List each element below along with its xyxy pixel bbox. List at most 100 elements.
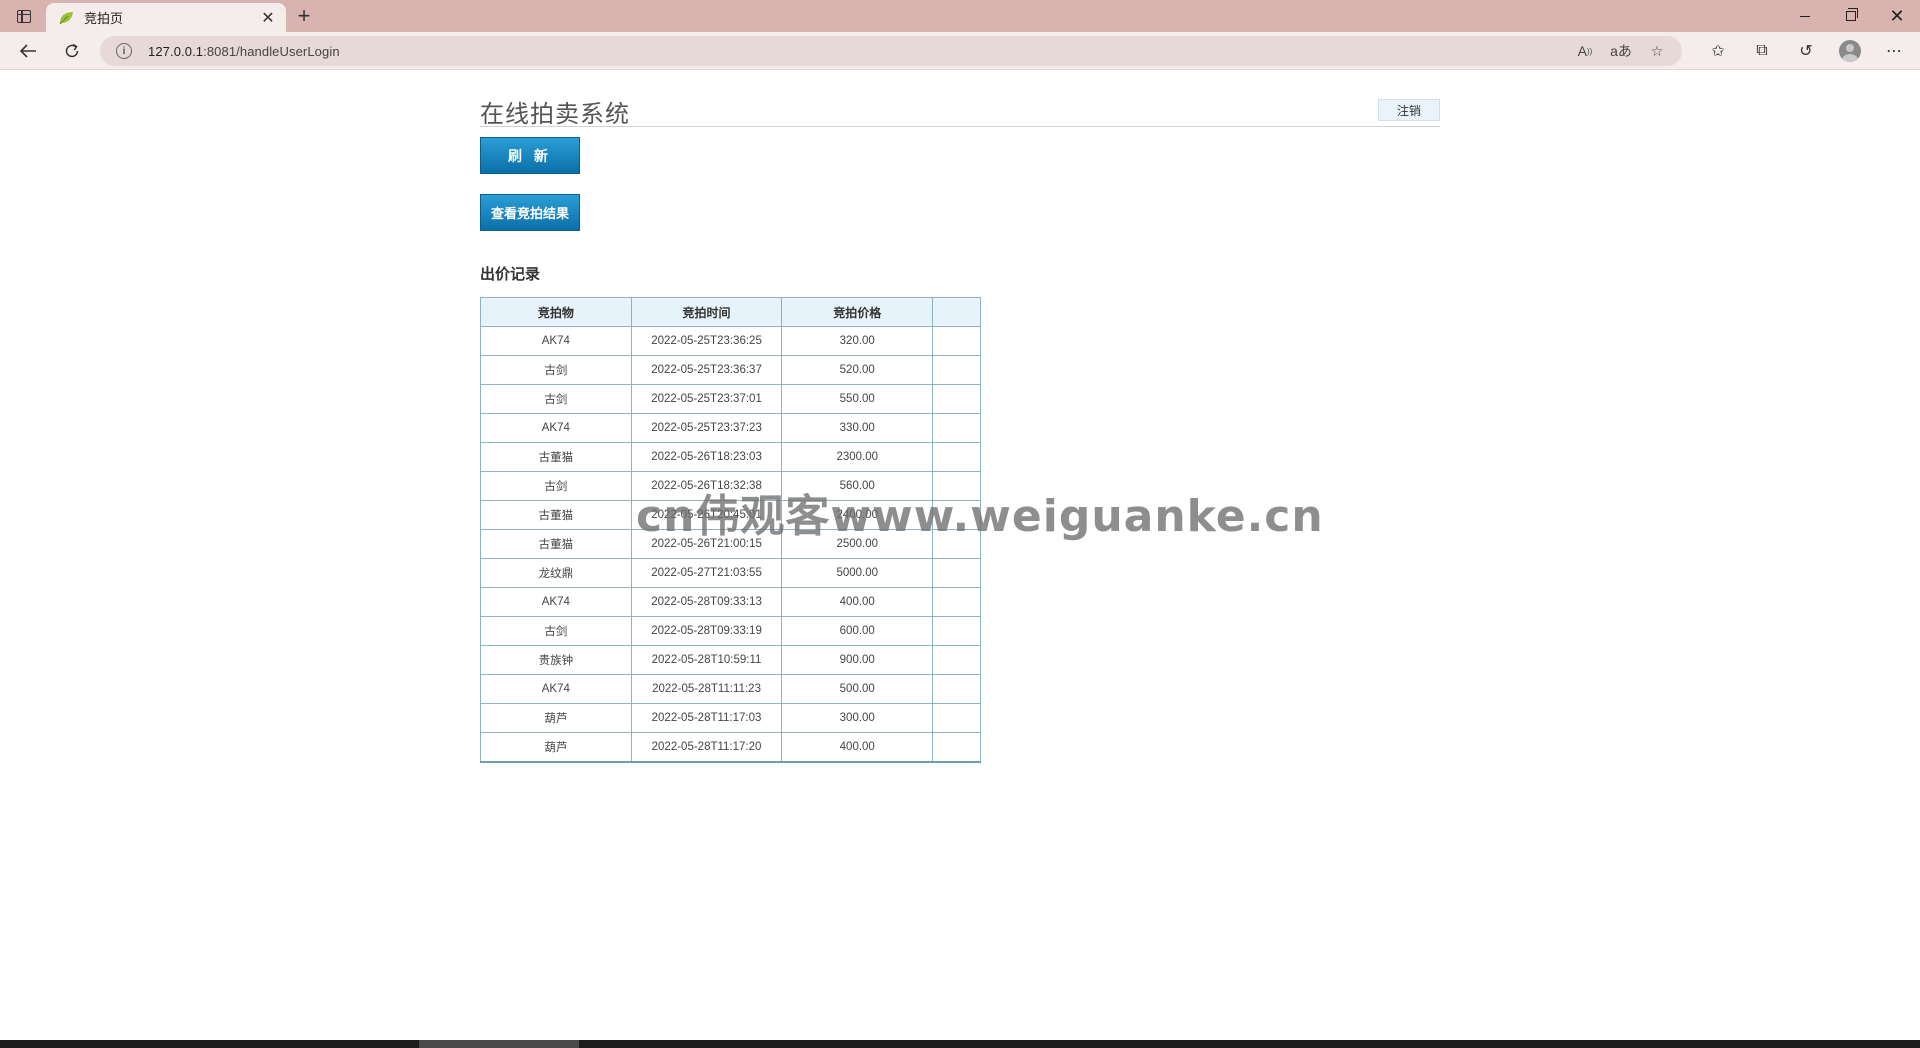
cell-price: 520.00 [781,355,934,385]
cell-time: 2022-05-25T23:36:25 [630,326,783,356]
cell-price: 5000.00 [781,558,934,588]
table-row: 葫芦 2022-05-28T11:17:20 400.00 [480,732,981,762]
collections-icon[interactable]: ⧉ [1748,37,1776,65]
tab-actions-icon [17,9,31,23]
table-row: 贵族钟 2022-05-28T10:59:11 900.00 [480,645,981,675]
cell-item: AK74 [480,326,632,356]
cell-item: 古剑 [480,471,632,501]
cell-extra [932,413,981,443]
cell-item: 古剑 [480,616,632,646]
address-bar[interactable]: i 127.0.0.1:8081/handleUserLogin A)) aあ … [100,36,1682,66]
cell-time: 2022-05-28T09:33:19 [630,616,783,646]
cell-time: 2022-05-28T11:11:23 [630,674,783,704]
table-row: 古剑 2022-05-25T23:36:37 520.00 [480,355,981,385]
cell-item: 古剑 [480,355,632,385]
back-button[interactable] [14,37,42,65]
more-menu-icon[interactable]: ⋯ [1880,37,1908,65]
taskbar-active-app[interactable] [419,1040,579,1048]
cell-extra [932,587,981,617]
read-aloud-icon[interactable]: A)) [1574,40,1596,62]
page-content: 在线拍卖系统 注销 刷 新 查看竞拍结果 出价记录 竞拍物 竞拍时间 竞拍价格 … [480,70,1440,763]
cell-time: 2022-05-28T11:17:03 [630,703,783,733]
favorites-icon[interactable]: ✩ [1704,37,1732,65]
cell-item: 古董猫 [480,442,632,472]
cell-time: 2022-05-28T10:59:11 [630,645,783,675]
cell-time: 2022-05-25T23:37:01 [630,384,783,414]
minimize-icon [1800,15,1810,17]
cell-extra [932,732,981,762]
add-favorite-icon[interactable]: ☆ [1646,40,1668,62]
cell-item: 古剑 [480,384,632,414]
cell-price: 900.00 [781,645,934,675]
cell-extra [932,326,981,356]
cell-price: 550.00 [781,384,934,414]
cell-extra [932,645,981,675]
cell-item: 古董猫 [480,500,632,530]
cell-item: 龙纹鼎 [480,558,632,588]
window-controls: ✕ [1782,0,1920,32]
bid-records-title: 出价记录 [480,266,541,283]
cell-extra [932,384,981,414]
site-info-icon[interactable]: i [116,43,132,59]
table-row: 古董猫 2022-05-26T18:23:03 2300.00 [480,442,981,472]
site-title: 在线拍卖系统 [480,100,630,128]
cell-price: 400.00 [781,587,934,617]
view-results-button[interactable]: 查看竞拍结果 [480,194,580,231]
cell-item: 葫芦 [480,703,632,733]
header-item: 竞拍物 [480,297,632,327]
cell-time: 2022-05-26T18:23:03 [630,442,783,472]
cell-extra [932,558,981,588]
cell-item: AK74 [480,587,632,617]
cell-time: 2022-05-28T11:17:20 [630,732,783,762]
table-row: 龙纹鼎 2022-05-27T21:03:55 5000.00 [480,558,981,588]
table-header-row: 竞拍物 竞拍时间 竞拍价格 [480,297,981,327]
tab-title: 竞拍页 [84,11,124,26]
os-taskbar [0,1040,1920,1048]
cell-price: 330.00 [781,413,934,443]
cell-price: 600.00 [781,616,934,646]
back-arrow-icon [19,44,36,58]
header-extra [932,297,981,327]
restore-icon [1846,8,1858,21]
address-bar-icons: A)) aあ ☆ [1574,36,1668,66]
cell-extra [932,355,981,385]
cell-extra [932,703,981,733]
new-tab-button[interactable]: + [292,4,316,28]
minimize-button[interactable] [1782,0,1828,32]
cell-extra [932,616,981,646]
leaf-favicon-icon [58,10,74,26]
cell-price: 300.00 [781,703,934,733]
cell-item: 古董猫 [480,529,632,559]
address-url: 127.0.0.1:8081/handleUserLogin [148,44,340,59]
cell-item: 贵族钟 [480,645,632,675]
url-path: :8081/handleUserLogin [203,43,340,59]
refresh-button[interactable]: 刷 新 [480,137,580,174]
url-host: 127.0.0.1 [148,43,204,59]
profile-button[interactable] [1836,37,1864,65]
cell-item: AK74 [480,413,632,443]
table-row: AK74 2022-05-28T09:33:13 400.00 [480,587,981,617]
header-time: 竞拍时间 [630,297,783,327]
cell-price: 500.00 [781,674,934,704]
reload-button[interactable] [58,37,86,65]
cell-item: 葫芦 [480,732,632,762]
translate-icon[interactable]: aあ [1610,40,1632,62]
table-row: AK74 2022-05-25T23:36:25 320.00 [480,326,981,356]
logout-button[interactable]: 注销 [1378,99,1440,121]
cell-price: 400.00 [781,732,934,762]
cell-extra [932,674,981,704]
restore-button[interactable] [1828,0,1874,32]
cell-extra [932,442,981,472]
close-window-button[interactable]: ✕ [1874,0,1920,32]
watermark-text: cn伟观客www.weiguanke.cn [636,491,1324,542]
tab-actions-button[interactable] [10,4,38,28]
cell-time: 2022-05-25T23:37:23 [630,413,783,443]
browser-toolbar: i 127.0.0.1:8081/handleUserLogin A)) aあ … [0,32,1920,70]
avatar-icon [1839,40,1861,62]
table-row: AK74 2022-05-28T11:11:23 500.00 [480,674,981,704]
tab-close-icon[interactable]: ✕ [260,10,276,27]
cell-item: AK74 [480,674,632,704]
table-row: 古剑 2022-05-25T23:37:01 550.00 [480,384,981,414]
browser-tab-active[interactable]: 竞拍页 ✕ [46,3,286,32]
history-icon[interactable]: ↺ [1792,37,1820,65]
